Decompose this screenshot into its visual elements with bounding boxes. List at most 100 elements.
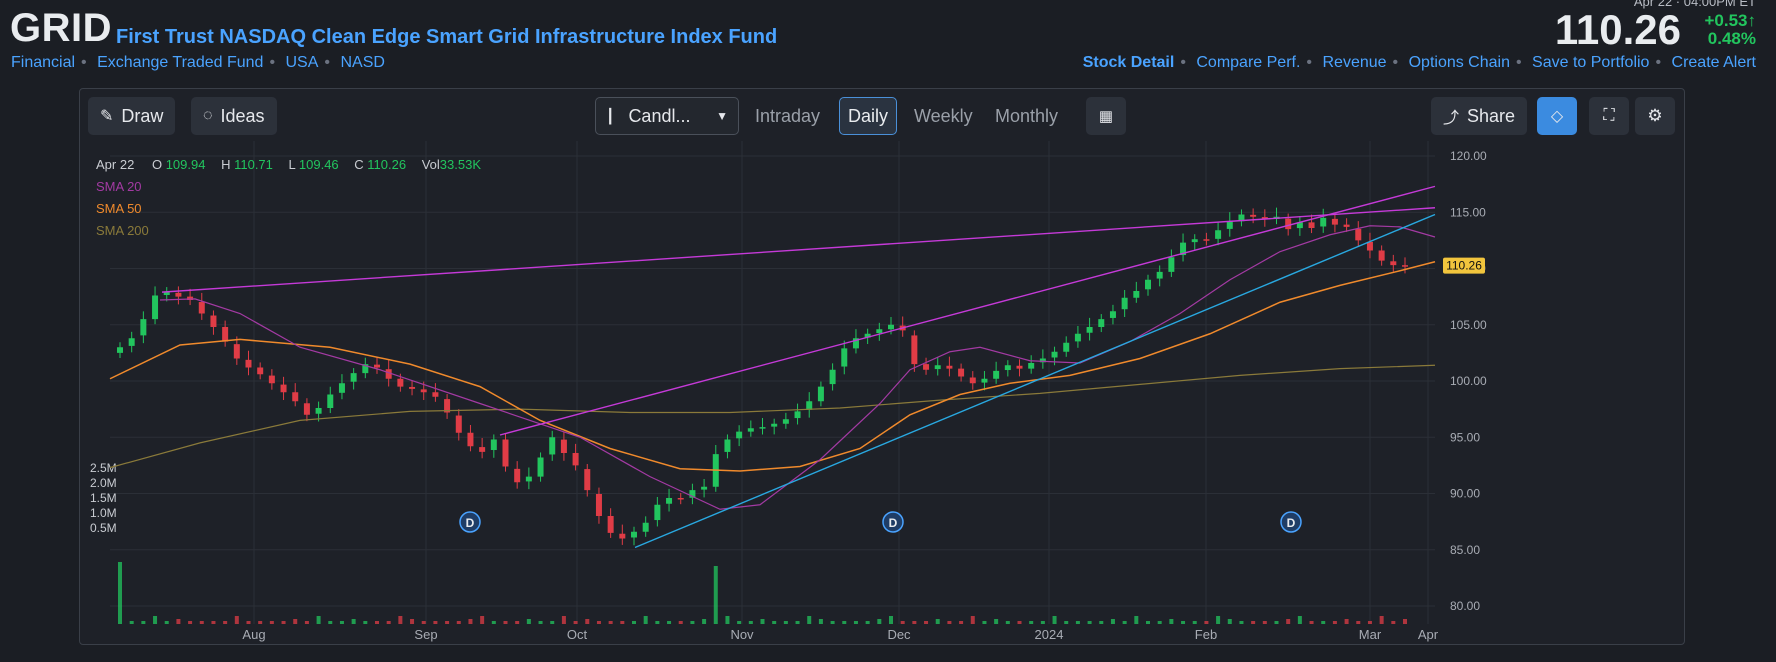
meta-sector[interactable]: Financial	[11, 54, 75, 71]
calendar-button[interactable]: ▦	[1086, 97, 1126, 135]
volume-tick-label: 2.5M	[90, 461, 117, 475]
candle-body	[385, 369, 392, 379]
candle-body	[420, 389, 427, 393]
candle-body	[876, 329, 883, 334]
volume-bar	[561, 616, 566, 624]
volume-bar	[1403, 619, 1407, 624]
premium-button[interactable]: ◇	[1537, 97, 1577, 135]
dividend-marker	[459, 511, 481, 533]
volume-bar	[129, 621, 134, 624]
x-tick-label: Mar	[1359, 627, 1382, 642]
x-tick-label: 2024	[1035, 627, 1064, 642]
settings-button[interactable]: ⚙	[1635, 97, 1675, 135]
candle-body	[817, 386, 824, 402]
volume-bar	[1017, 621, 1022, 624]
chart-type-label: Candl...	[628, 105, 691, 126]
candle-body	[946, 365, 953, 369]
meta-exchange[interactable]: NASD	[340, 54, 384, 71]
legend-sma20[interactable]: SMA 20	[96, 179, 142, 194]
sma200-line	[109, 364, 1436, 469]
candle-body	[712, 454, 719, 487]
period-monthly[interactable]: Monthly	[987, 97, 1066, 135]
candle-body	[268, 375, 275, 384]
candle-body	[303, 403, 310, 415]
volume-bar	[1239, 621, 1244, 624]
volume-bar	[269, 621, 274, 624]
volume-bar	[865, 621, 870, 624]
volume-bar	[141, 621, 146, 624]
share-icon: ⤴	[1443, 110, 1460, 127]
candle-body	[1039, 358, 1046, 363]
period-weekly[interactable]: Weekly	[906, 97, 981, 135]
nav-save-to-portfolio[interactable]: Save to Portfolio	[1532, 54, 1649, 71]
candle-body	[864, 333, 871, 338]
y-tick-label: 105.00	[1450, 318, 1487, 332]
volume-bar	[1110, 619, 1115, 624]
candle-body	[537, 457, 544, 477]
legend-sma50[interactable]: SMA 50	[96, 201, 142, 216]
candle-body	[163, 292, 170, 295]
volume-bar	[118, 562, 122, 624]
candle-body	[584, 469, 591, 491]
volume-bar	[223, 621, 228, 624]
lightbulb-icon: ◌	[203, 107, 213, 124]
period-intraday[interactable]: Intraday	[747, 97, 828, 135]
nav-stock-detail[interactable]: Stock Detail	[1083, 54, 1175, 71]
nav-revenue[interactable]: Revenue	[1322, 54, 1386, 71]
volume-bar	[772, 621, 777, 624]
candle-body	[607, 516, 614, 533]
volume-bar	[1005, 621, 1010, 624]
volume-bar	[456, 621, 461, 624]
volume-bar	[304, 621, 309, 624]
share-button[interactable]: ⤴ Share	[1431, 97, 1528, 135]
candle-body	[1215, 230, 1222, 239]
candle-body	[794, 411, 801, 419]
volume-bar	[830, 621, 835, 624]
draw-button[interactable]: ✎ Draw	[88, 97, 176, 135]
chevron-down-icon: ▼	[716, 109, 728, 123]
volume-bar	[538, 621, 543, 624]
share-label: Share	[1467, 105, 1516, 126]
legend-sma200[interactable]: SMA 200	[96, 223, 149, 238]
meta-industry[interactable]: Exchange Traded Fund	[97, 54, 263, 71]
candle-body	[1028, 363, 1035, 369]
volume-bar	[386, 621, 391, 624]
last-price-label: 110.26	[1446, 259, 1482, 273]
ohlc-c-label: C	[354, 157, 364, 172]
volume-bar	[1227, 619, 1232, 624]
volume-bar	[164, 621, 169, 624]
volume-bar	[375, 621, 379, 624]
volume-bar	[1321, 621, 1326, 624]
candle-body	[631, 531, 637, 538]
volume-bar	[433, 621, 438, 624]
volume-bar	[1379, 616, 1384, 624]
volume-bar	[702, 619, 707, 624]
nav-create-alert[interactable]: Create Alert	[1672, 54, 1756, 71]
nav-options-chain[interactable]: Options Chain	[1409, 54, 1510, 71]
nav-compare-perf[interactable]: Compare Perf.	[1196, 54, 1300, 71]
volume-bar	[234, 616, 239, 624]
candle-body	[1402, 265, 1408, 267]
arrow-up-icon: ↑	[1747, 11, 1757, 30]
candle-body	[467, 432, 474, 447]
volume-bar	[959, 621, 964, 624]
candle-body	[1273, 216, 1280, 219]
candle-body	[572, 453, 579, 466]
period-daily[interactable]: Daily	[839, 97, 898, 135]
price-chart[interactable]: 120.00 115.00 110.00 105.00 100.00 95.00 90.00…	[80, 89, 1684, 644]
meta-country[interactable]: USA	[286, 54, 319, 71]
candle-body	[1168, 257, 1175, 272]
volume-bar	[1332, 621, 1337, 624]
volume-bar	[1122, 621, 1127, 624]
volume-bar	[515, 621, 520, 624]
chart-type-select[interactable]: ┃ Candl... ▼	[595, 97, 739, 135]
candle-body	[782, 419, 789, 424]
candle-body	[1156, 271, 1163, 279]
fullscreen-button[interactable]: ⛶	[1589, 97, 1629, 135]
fund-name[interactable]: First Trust NASDAQ Clean Edge Smart Grid…	[116, 26, 777, 49]
volume-bar	[491, 621, 496, 624]
volume-bar	[807, 616, 812, 624]
volume-bar	[1367, 621, 1372, 624]
ideas-button[interactable]: ◌ Ideas	[191, 97, 277, 135]
candle-body	[280, 384, 287, 393]
